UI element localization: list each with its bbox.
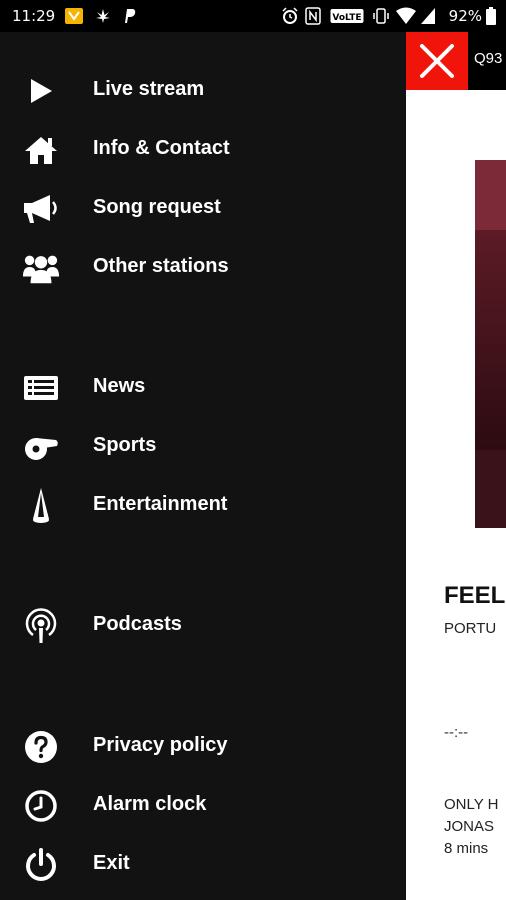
menu-label: Song request <box>93 196 221 218</box>
whistle-icon <box>22 428 60 466</box>
wifi-icon <box>396 7 416 24</box>
menu-item-alarm-clock[interactable]: Alarm clock <box>0 779 406 833</box>
status-time: 11:29 <box>12 7 56 25</box>
news-timestamp: 8 mins <box>444 840 489 857</box>
menu-label: Other stations <box>93 255 229 277</box>
megaphone-icon <box>22 190 60 228</box>
station-name: Q93 <box>474 50 503 67</box>
menu-label: Exit <box>93 852 130 874</box>
menu-item-entertainment[interactable]: Entertainment <box>0 479 406 533</box>
menu-item-privacy-policy[interactable]: Privacy policy <box>0 720 406 774</box>
signal-icon <box>421 8 435 24</box>
podcast-icon <box>22 607 60 645</box>
menu-label: Sports <box>93 434 157 456</box>
menu-label: Podcasts <box>93 613 182 635</box>
menu-label: Privacy policy <box>93 734 228 756</box>
close-drawer-button[interactable] <box>406 32 468 90</box>
battery-percentage: 92% <box>448 7 482 25</box>
app-toolbar: Q93 <box>406 32 506 90</box>
song-title: FEEL <box>444 582 506 609</box>
song-time: --:-- <box>444 724 469 741</box>
menu-label: Info & Contact <box>93 137 230 159</box>
menu-item-other-stations[interactable]: Other stations <box>0 241 406 295</box>
menu-item-news[interactable]: News <box>0 361 406 415</box>
menu-label: News <box>93 375 146 397</box>
cannabis-icon <box>96 9 110 23</box>
spotlight-icon <box>22 487 60 525</box>
menu-item-info-contact[interactable]: Info & Contact <box>0 123 406 177</box>
play-icon <box>22 72 60 110</box>
navigation-drawer: Live stream Info & Contact Song request <box>0 32 406 900</box>
menu-item-sports[interactable]: Sports <box>0 420 406 474</box>
battery-icon <box>486 7 496 25</box>
nfc-icon <box>305 7 321 25</box>
album-cover <box>475 160 506 528</box>
news-headline-cont[interactable]: JONAS <box>444 818 494 835</box>
volte-icon: VoLTE <box>330 9 364 23</box>
news-headline[interactable]: ONLY H <box>444 796 498 813</box>
notification-app-icon <box>65 8 83 24</box>
newspaper-icon <box>22 369 60 407</box>
menu-item-exit[interactable]: Exit <box>0 838 406 892</box>
menu-item-podcasts[interactable]: Podcasts <box>0 599 406 653</box>
home-icon <box>22 131 60 169</box>
clock-icon <box>22 787 60 825</box>
svg-text:VoLTE: VoLTE <box>332 13 361 23</box>
question-icon <box>22 728 60 766</box>
vibrate-icon <box>373 8 389 24</box>
power-icon <box>22 846 60 884</box>
menu-item-song-request[interactable]: Song request <box>0 182 406 236</box>
close-icon <box>420 44 454 78</box>
main-content: Q93 FEEL PORTU --:-- ONLY H JONAS 8 mins <box>406 32 506 900</box>
menu-item-live-stream[interactable]: Live stream <box>0 64 406 118</box>
status-bar: 11:29 VoLTE 92% <box>0 0 506 32</box>
menu-label: Live stream <box>93 78 205 100</box>
song-artist: PORTU <box>444 620 497 637</box>
menu-label: Entertainment <box>93 493 228 515</box>
alarm-icon <box>282 7 298 24</box>
group-icon <box>22 249 60 287</box>
paypal-icon <box>125 9 136 23</box>
menu-label: Alarm clock <box>93 793 207 815</box>
